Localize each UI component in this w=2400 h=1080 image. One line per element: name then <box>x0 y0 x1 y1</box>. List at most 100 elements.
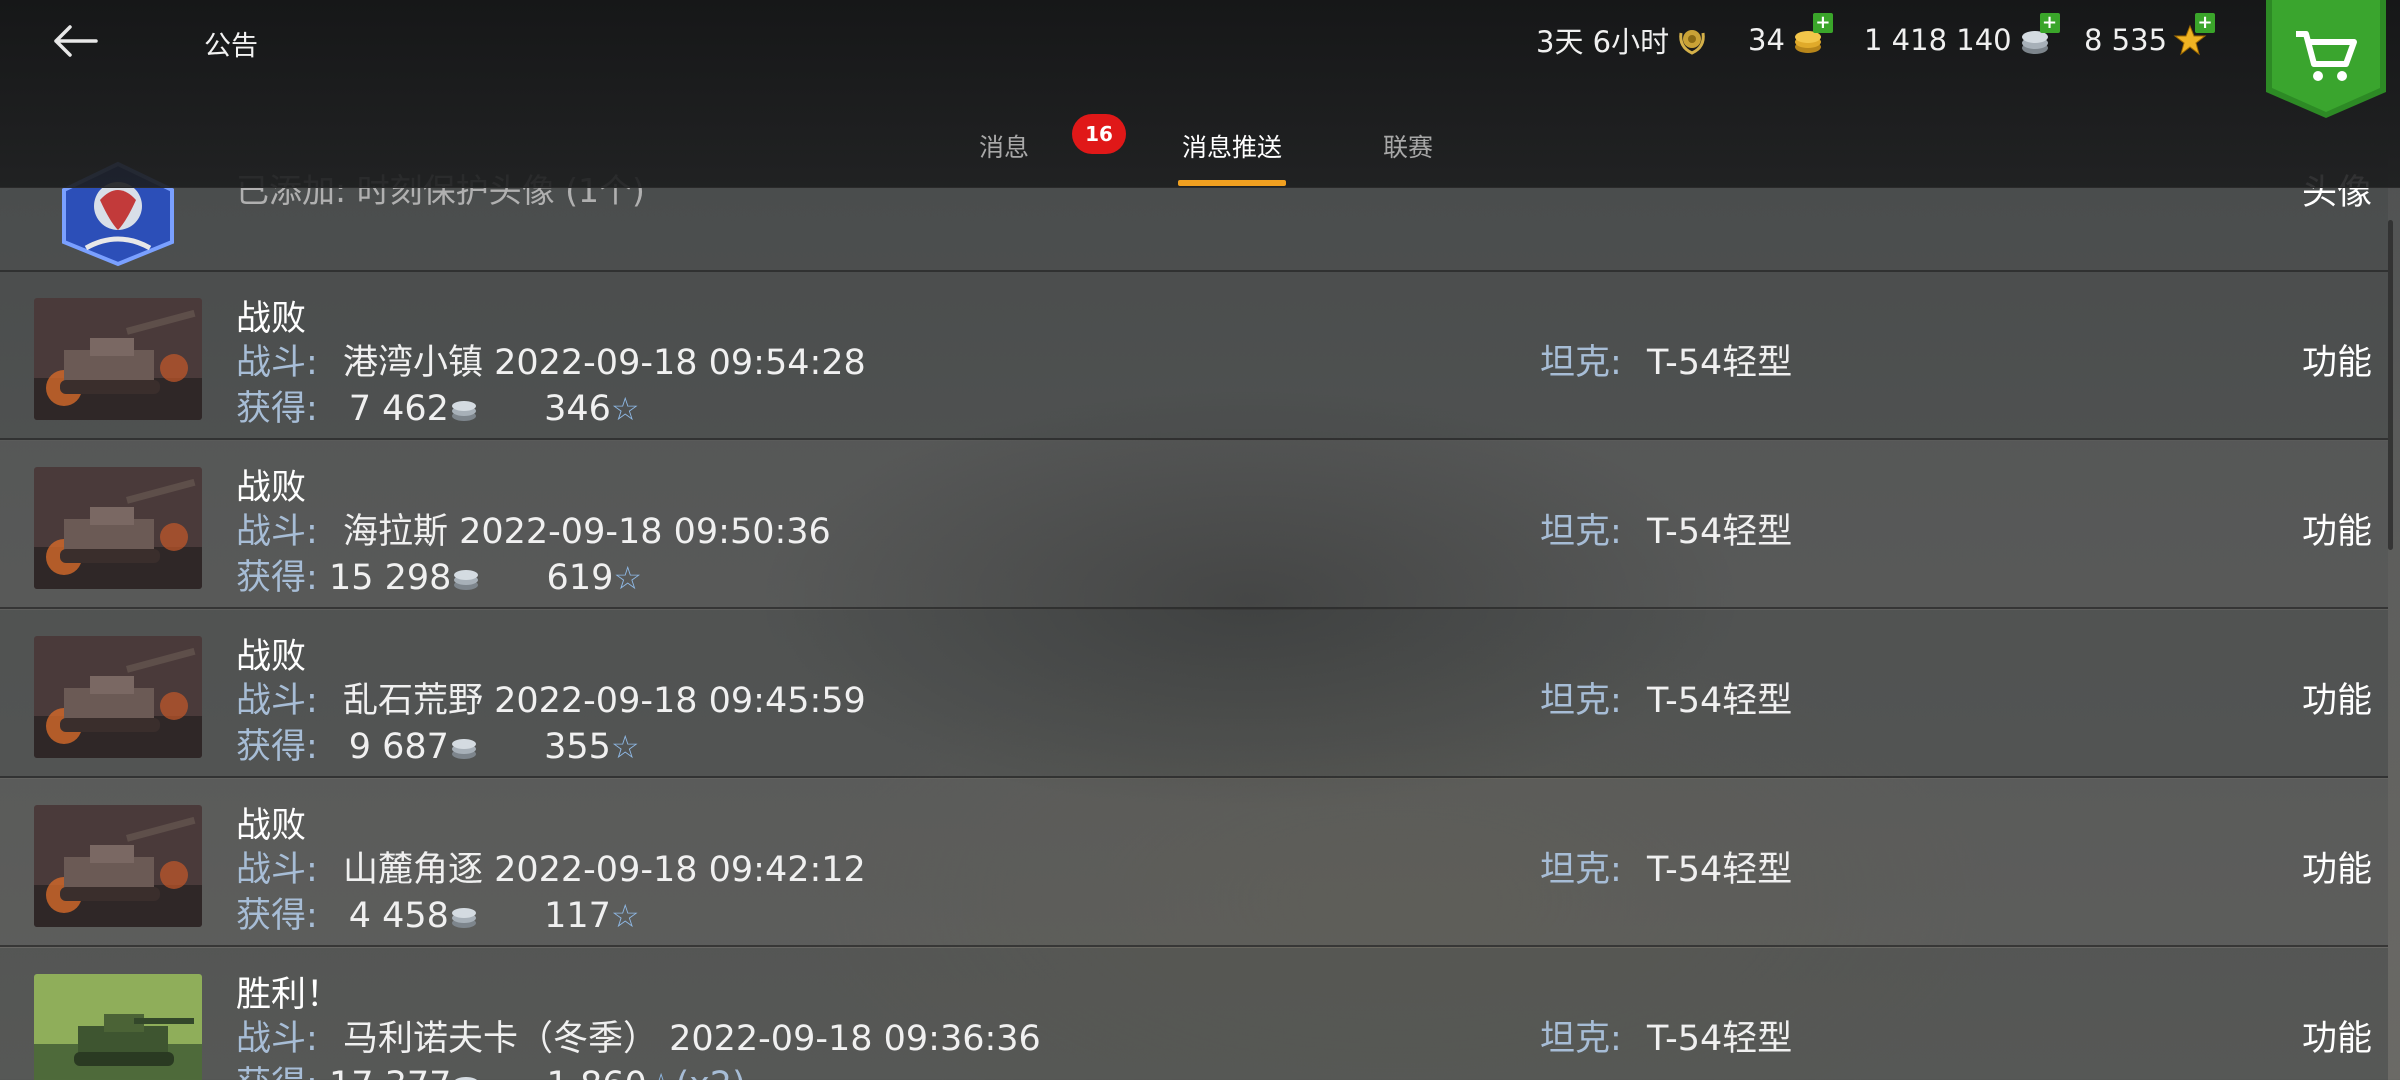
tank-line: 坦克: T-54轻型 <box>1540 841 1792 892</box>
function-button[interactable]: 功能 <box>2302 1010 2372 1061</box>
battle-line: 战斗: 马利诺夫卡（冬季） 2022-09-18 09:36:36 <box>236 1010 1041 1061</box>
premium-timer[interactable]: 3天 6小时 <box>1536 20 1709 60</box>
tank-line: 坦克: T-54轻型 <box>1540 672 1792 723</box>
message-row[interactable]: 战败 战斗: 山麓角逐 2022-09-18 09:42:12 获得: 4 45… <box>0 779 2388 947</box>
battle-datetime: 2022-09-18 09:50:36 <box>459 512 831 552</box>
earned-credits: 17 377 <box>329 1065 451 1080</box>
earned-xp: 355 <box>544 727 611 767</box>
tank-line: 坦克: T-54轻型 <box>1540 1010 1792 1061</box>
earned-xp: 346 <box>544 389 611 429</box>
battle-datetime: 2022-09-18 09:54:28 <box>494 343 866 383</box>
function-button[interactable]: 功能 <box>2302 672 2372 723</box>
add-credits-button[interactable]: + <box>2039 13 2060 33</box>
battle-label: 战斗: <box>236 1019 318 1059</box>
scrollbar[interactable] <box>2388 220 2393 550</box>
battle-line: 战斗: 乱石荒野 2022-09-18 09:45:59 <box>236 672 866 723</box>
map-name: 山麓角逐 <box>342 850 483 890</box>
earnings-line: 获得: 9 687 355☆ <box>236 718 640 769</box>
shop-button[interactable] <box>2266 0 2386 120</box>
tank-name: T-54轻型 <box>1646 512 1793 552</box>
defeat-thumbnail <box>34 636 202 758</box>
defeat-thumbnail <box>34 805 202 927</box>
earned-xp: 619 <box>546 558 614 598</box>
earnings-line: 获得: 15 298 619☆ <box>236 549 642 600</box>
earned-label: 获得: <box>236 896 318 936</box>
battle-datetime: 2022-09-18 09:42:12 <box>494 850 866 890</box>
xp-star-icon: ☆ <box>610 390 640 428</box>
battle-line: 战斗: 山麓角逐 2022-09-18 09:42:12 <box>236 841 866 892</box>
credits-icon <box>451 739 476 759</box>
tank-name: T-54轻型 <box>1646 343 1793 383</box>
tank-label: 坦克: <box>1540 681 1622 721</box>
earned-label: 获得: <box>236 1065 318 1080</box>
add-free-xp-button[interactable]: + <box>2195 13 2216 33</box>
active-tab-indicator <box>1178 180 1286 186</box>
xp-star-icon: ☆ <box>610 728 640 766</box>
free-xp-amount: 8 535 <box>2084 23 2168 57</box>
map-name: 海拉斯 <box>342 512 448 552</box>
shopping-cart-icon <box>2266 0 2386 118</box>
earned-label: 获得: <box>236 727 318 767</box>
xp-star-icon: ☆ <box>610 897 640 935</box>
free-xp-star-icon: + <box>2173 13 2216 57</box>
message-row[interactable]: 胜利！ 战斗: 马利诺夫卡（冬季） 2022-09-18 09:36:36 获得… <box>0 948 2388 1080</box>
earnings-line: 获得: 7 462 346☆ <box>236 380 640 431</box>
tank-label: 坦克: <box>1540 512 1622 552</box>
battle-label: 战斗: <box>236 512 318 552</box>
tab-push-messages[interactable]: 消息推送 <box>1182 128 1282 164</box>
tank-label: 坦克: <box>1540 1019 1622 1059</box>
defeat-thumbnail <box>34 298 202 420</box>
function-button[interactable]: 功能 <box>2302 841 2372 892</box>
map-name: 乱石荒野 <box>342 681 483 721</box>
credits-icon <box>451 401 476 421</box>
message-row[interactable]: 战败 战斗: 海拉斯 2022-09-18 09:50:36 获得: 15 29… <box>0 441 2388 609</box>
free-xp-balance[interactable]: 8 535 + <box>2084 13 2216 60</box>
back-button[interactable] <box>40 14 110 68</box>
credits-balance[interactable]: 1 418 140 + <box>1864 13 2060 60</box>
credits-icon <box>455 1077 478 1080</box>
earned-credits: 4 458 <box>348 896 449 936</box>
earned-label: 获得: <box>236 389 318 429</box>
earnings-line: 获得: 4 458 117☆ <box>236 887 640 938</box>
earned-credits: 7 462 <box>348 389 449 429</box>
tank-label: 坦克: <box>1540 343 1622 383</box>
tank-label: 坦克: <box>1540 850 1622 890</box>
unread-count-badge: 16 <box>1072 114 1126 154</box>
tab-league[interactable]: 联赛 <box>1383 128 1433 164</box>
earned-label: 获得: <box>236 558 318 598</box>
xp-multiplier: (x2) <box>675 1065 745 1080</box>
gold-balance[interactable]: 34 + <box>1748 13 1833 60</box>
battle-line: 战斗: 港湾小镇 2022-09-18 09:54:28 <box>236 334 866 385</box>
xp-star-icon: ☆ <box>647 1066 676 1080</box>
earned-credits: 9 687 <box>348 727 449 767</box>
top-bar: 公告 3天 6小时 34 + 1 418 140 + 8 535 + 消息 16… <box>0 0 2400 188</box>
tab-messages[interactable]: 消息 <box>979 128 1029 164</box>
battle-line: 战斗: 海拉斯 2022-09-18 09:50:36 <box>236 503 831 554</box>
battle-datetime: 2022-09-18 09:36:36 <box>669 1019 1041 1059</box>
battle-label: 战斗: <box>236 681 318 721</box>
tank-name: T-54轻型 <box>1646 681 1793 721</box>
battle-label: 战斗: <box>236 850 318 890</box>
earned-xp: 117 <box>544 896 611 936</box>
earnings-line: 获得: 17 377 1 860☆(x2) <box>236 1056 746 1080</box>
credits-icon: + <box>2018 13 2060 57</box>
tank-name: T-54轻型 <box>1646 850 1793 890</box>
xp-star-icon: ☆ <box>613 559 643 597</box>
tank-name: T-54轻型 <box>1646 1019 1793 1059</box>
credits-amount: 1 418 140 <box>1864 23 2012 57</box>
add-gold-button[interactable]: + <box>1812 13 1833 33</box>
victory-thumbnail <box>34 974 202 1080</box>
gold-icon: + <box>1791 13 1833 57</box>
function-button[interactable]: 功能 <box>2302 503 2372 554</box>
message-row[interactable]: 战败 战斗: 乱石荒野 2022-09-18 09:45:59 获得: 9 68… <box>0 610 2388 778</box>
function-button[interactable]: 功能 <box>2302 334 2372 385</box>
earned-credits: 15 298 <box>328 558 452 598</box>
credits-icon <box>454 570 479 590</box>
premium-laurel-icon <box>1679 30 1705 55</box>
gold-amount: 34 <box>1748 23 1785 57</box>
battle-datetime: 2022-09-18 09:45:59 <box>494 681 866 721</box>
battle-label: 战斗: <box>236 343 318 383</box>
message-row[interactable]: 战败 战斗: 港湾小镇 2022-09-18 09:54:28 获得: 7 46… <box>0 272 2388 440</box>
arrow-left-icon <box>54 25 98 57</box>
page-title: 公告 <box>204 31 258 62</box>
